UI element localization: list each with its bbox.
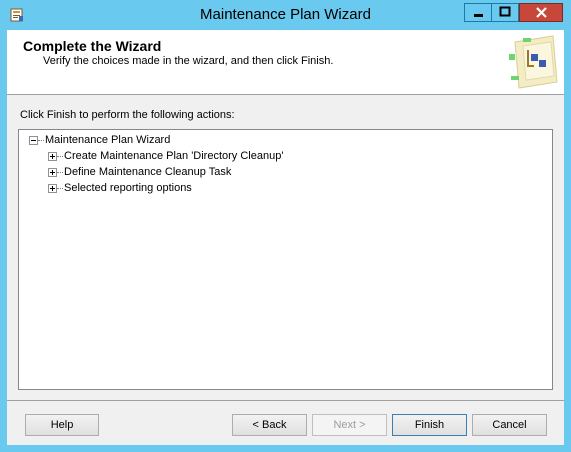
maximize-icon <box>499 6 511 17</box>
wizard-window: Maintenance Plan Wizard Complete the Wiz… <box>0 0 571 452</box>
close-button[interactable] <box>519 3 563 22</box>
collapse-icon[interactable] <box>29 136 38 145</box>
footer-divider <box>7 400 564 401</box>
finish-button[interactable]: Finish <box>392 414 467 436</box>
cancel-button[interactable]: Cancel <box>472 414 547 436</box>
minimize-button[interactable] <box>464 3 492 22</box>
next-button[interactable]: Next > <box>312 414 387 436</box>
header-panel: Complete the Wizard Verify the choices m… <box>7 30 564 95</box>
help-button[interactable]: Help <box>25 414 99 436</box>
wizard-graphic-icon <box>509 35 558 89</box>
wizard-client: Complete the Wizard Verify the choices m… <box>7 30 564 445</box>
tree-connector <box>57 156 63 157</box>
tree-connector <box>57 172 63 173</box>
page-title: Complete the Wizard <box>23 38 162 54</box>
tree-item-label: Selected reporting options <box>64 182 192 194</box>
back-button[interactable]: < Back <box>232 414 307 436</box>
expand-icon[interactable] <box>48 168 57 177</box>
actions-tree[interactable]: Maintenance Plan Wizard Create Maintenan… <box>18 129 553 390</box>
minimize-icon <box>474 14 483 17</box>
page-subtitle: Verify the choices made in the wizard, a… <box>43 55 334 67</box>
tree-item-label: Create Maintenance Plan 'Directory Clean… <box>64 150 284 162</box>
instructions-label: Click Finish to perform the following ac… <box>20 109 235 121</box>
tree-connector <box>38 140 44 141</box>
expand-icon[interactable] <box>48 152 57 161</box>
tree-connector <box>57 188 63 189</box>
expand-icon[interactable] <box>48 184 57 193</box>
close-icon <box>536 7 547 18</box>
maximize-button[interactable] <box>492 3 519 22</box>
tree-item-label: Maintenance Plan Wizard <box>45 134 171 146</box>
tree-item-label: Define Maintenance Cleanup Task <box>64 166 232 178</box>
title-bar[interactable]: Maintenance Plan Wizard <box>0 0 571 30</box>
